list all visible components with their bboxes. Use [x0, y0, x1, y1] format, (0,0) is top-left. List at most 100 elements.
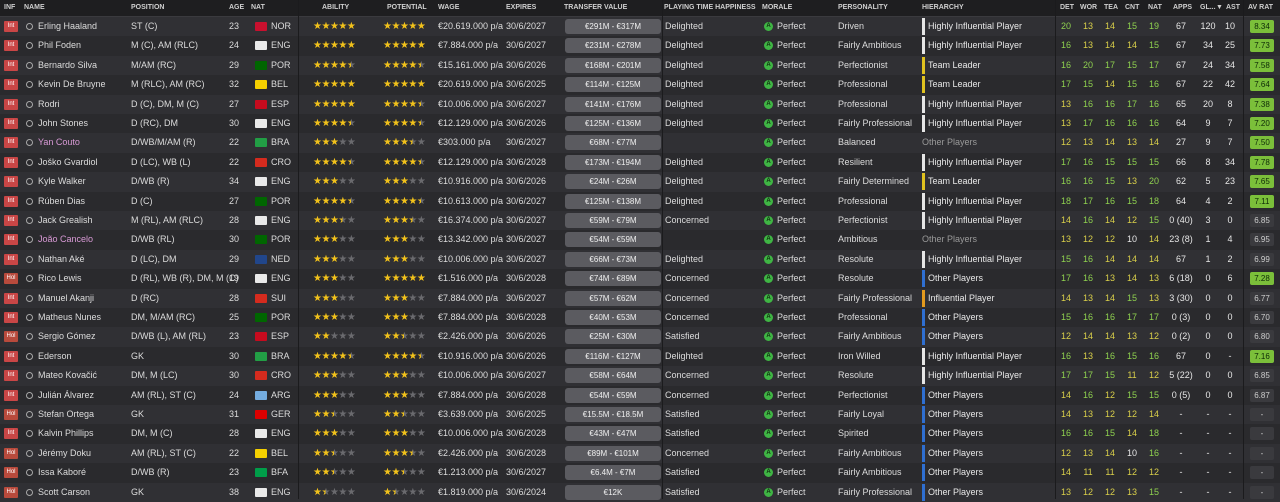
player-name[interactable]: Kyle Walker: [38, 172, 86, 191]
player-name[interactable]: Issa Kaboré: [38, 463, 86, 482]
table-row[interactable]: Hol Stefan Ortega GK 31 GER ★★★★★ ★★★★★ €3.639.…: [0, 405, 1280, 425]
column-header-inf[interactable]: INF: [4, 0, 15, 16]
player-name[interactable]: Scott Carson: [38, 483, 90, 502]
table-row[interactable]: Hol Scott Carson GK 38 ENG ★★★★★ ★★★★★ €1.819.0…: [0, 482, 1280, 502]
player-name[interactable]: Ederson: [38, 347, 72, 366]
table-row[interactable]: Int Yan Couto D/WB/M/AM (R) 22 BRA ★★★★★ ★★★★★…: [0, 133, 1280, 153]
player-name[interactable]: Kevin De Bruyne: [38, 75, 106, 94]
column-header-transfer-value[interactable]: TRANSFER VALUE: [564, 0, 627, 16]
player-name[interactable]: Jérémy Doku: [38, 444, 91, 463]
column-header-ability[interactable]: ABILITY: [322, 0, 349, 16]
column-header-av-rat[interactable]: AV RAT: [1248, 0, 1273, 16]
status-badge[interactable]: Int: [4, 253, 18, 265]
status-badge[interactable]: Int: [4, 59, 18, 71]
table-row[interactable]: Int Kyle Walker D/WB (R) 34 ENG ★★★★★ ★★★★★ €10…: [0, 172, 1280, 192]
table-row[interactable]: Int Bernardo Silva M/AM (RC) 29 POR ★★★★★ ★★★★…: [0, 55, 1280, 76]
table-row[interactable]: Int Jack Grealish M (RL), AM (RLC) 28 ENG ★★★…: [0, 211, 1280, 231]
column-header-det[interactable]: DET: [1060, 0, 1074, 16]
status-badge[interactable]: Int: [4, 389, 18, 401]
table-row[interactable]: Hol Jérémy Doku AM (RL), ST (C) 22 BEL ★★★★★ ★…: [0, 443, 1280, 464]
status-badge[interactable]: Hol: [4, 273, 18, 285]
player-name[interactable]: Nathan Aké: [38, 250, 85, 269]
column-header-ast[interactable]: AST: [1226, 0, 1240, 16]
status-badge[interactable]: Int: [4, 40, 18, 52]
table-row[interactable]: Int Kalvin Phillips DM, M (C) 28 ENG ★★★★★ ★★★…: [0, 424, 1280, 444]
status-badge[interactable]: Int: [4, 195, 18, 207]
status-badge[interactable]: Int: [4, 350, 18, 362]
status-badge[interactable]: Int: [4, 215, 18, 226]
column-header-tea[interactable]: TEA: [1104, 0, 1118, 16]
table-row[interactable]: Int João Cancelo D/WB (RL) 30 POR ★★★★★ ★★★★★ €…: [0, 230, 1280, 250]
column-header-nat2[interactable]: NAT: [1148, 0, 1162, 16]
player-name[interactable]: Manuel Akanji: [38, 289, 94, 308]
table-row[interactable]: Int Julián Álvarez AM (RL), ST (C) 24 ARG ★★★…: [0, 385, 1280, 405]
player-name[interactable]: Bernardo Silva: [38, 56, 97, 75]
player-name[interactable]: Phil Foden: [38, 36, 81, 55]
column-header-nat[interactable]: NAT: [251, 0, 265, 16]
playing-time-happiness: Delighted: [665, 21, 704, 31]
player-name[interactable]: Erling Haaland: [38, 17, 97, 36]
column-header-personality[interactable]: PERSONALITY: [838, 0, 888, 16]
table-row[interactable]: Hol Sergio Gómez D/WB (L), AM (RL) 23 ESP ★★★…: [0, 327, 1280, 347]
player-name[interactable]: Yan Couto: [38, 133, 80, 152]
status-badge[interactable]: Int: [4, 176, 18, 188]
table-row[interactable]: Int Kevin De Bruyne M (RLC), AM (RC) 32 BEL ★…: [0, 75, 1280, 95]
column-header-potential[interactable]: POTENTIAL: [387, 0, 427, 16]
status-badge[interactable]: Int: [4, 79, 18, 91]
table-row[interactable]: Int Matheus Nunes DM, M/AM (RC) 25 POR ★★★★★ ★…: [0, 308, 1280, 328]
player-name[interactable]: John Stones: [38, 114, 88, 133]
table-row[interactable]: Int Manuel Akanji D (RC) 28 SUI ★★★★★ ★★★★★ €7.…: [0, 288, 1280, 308]
column-header-hierarchy[interactable]: HIERARCHY: [922, 0, 964, 16]
ability-stars: ★★★★★: [313, 389, 356, 401]
player-name[interactable]: Joško Gvardiol: [38, 153, 98, 172]
status-badge[interactable]: Int: [4, 234, 18, 246]
column-header-wor[interactable]: WOR: [1080, 0, 1097, 16]
status-badge[interactable]: Int: [4, 370, 18, 382]
player-name[interactable]: Stefan Ortega: [38, 405, 94, 424]
status-badge[interactable]: Int: [4, 21, 18, 32]
status-badge[interactable]: Int: [4, 98, 18, 110]
column-header-happiness[interactable]: PLAYING TIME HAPPINESS: [664, 0, 756, 16]
player-name[interactable]: Rico Lewis: [38, 269, 82, 288]
status-badge[interactable]: Hol: [4, 467, 18, 479]
player-name[interactable]: Julián Álvarez: [38, 386, 94, 405]
column-header-wage[interactable]: WAGE: [438, 0, 459, 16]
player-name[interactable]: Mateo Kovačić: [38, 366, 97, 385]
column-header-apps[interactable]: APPS: [1173, 0, 1192, 16]
table-row[interactable]: Int Ederson GK 30 BRA ★★★★★ ★★★★★ €10.916.000 p…: [0, 346, 1280, 367]
column-header-position[interactable]: POSITION: [131, 0, 164, 16]
status-badge[interactable]: Int: [4, 118, 18, 129]
table-row[interactable]: Hol Issa Kaboré D/WB (R) 23 BFA ★★★★★ ★★★★★ €1.…: [0, 463, 1280, 483]
status-badge[interactable]: Int: [4, 312, 18, 323]
status-badge[interactable]: Int: [4, 428, 18, 440]
status-badge[interactable]: Int: [4, 137, 18, 149]
player-name[interactable]: Rúben Dias: [38, 192, 85, 211]
column-header-gls[interactable]: GL...: [1200, 0, 1216, 16]
status-badge[interactable]: Hol: [4, 447, 18, 459]
table-row[interactable]: Int Mateo Kovačić DM, M (LC) 30 CRO ★★★★★ ★★★★…: [0, 366, 1280, 386]
status-badge[interactable]: Hol: [4, 331, 18, 343]
status-badge[interactable]: Int: [4, 156, 18, 168]
table-row[interactable]: Int Erling Haaland ST (C) 23 NOR ★★★★★ ★★★★★ €2…: [0, 17, 1280, 37]
table-row[interactable]: Int Phil Foden M (C), AM (RLC) 24 ENG ★★★★★ ★★…: [0, 36, 1280, 56]
column-header-age[interactable]: AGE: [229, 0, 244, 16]
player-name[interactable]: Sergio Gómez: [38, 327, 96, 346]
player-name[interactable]: Matheus Nunes: [38, 308, 101, 327]
status-badge[interactable]: Hol: [4, 409, 18, 420]
player-name[interactable]: Jack Grealish: [38, 211, 93, 230]
column-header-morale[interactable]: MORALE: [762, 0, 792, 16]
table-row[interactable]: Int Rodri D (C), DM, M (C) 27 ESP ★★★★★ ★★★★★ €…: [0, 94, 1280, 114]
column-header-cnt[interactable]: CNT: [1125, 0, 1139, 16]
column-header-expires[interactable]: EXPIRES: [506, 0, 536, 16]
player-name[interactable]: Rodri: [38, 95, 60, 114]
player-name[interactable]: Kalvin Phillips: [38, 424, 94, 443]
status-badge[interactable]: Hol: [4, 486, 18, 498]
table-row[interactable]: Int John Stones D (RC), DM 30 ENG ★★★★★ ★★★★★ €…: [0, 114, 1280, 134]
table-row[interactable]: Int Joško Gvardiol D (LC), WB (L) 22 CRO ★★★★…: [0, 152, 1280, 173]
player-name[interactable]: João Cancelo: [38, 230, 93, 249]
status-badge[interactable]: Int: [4, 292, 18, 304]
table-row[interactable]: Int Rúben Dias D (C) 27 POR ★★★★★ ★★★★★ €10.613…: [0, 191, 1280, 211]
table-row[interactable]: Int Nathan Aké D (LC), DM 29 NED ★★★★★ ★★★★★ €1…: [0, 249, 1280, 270]
table-row[interactable]: Hol Rico Lewis D (RL), WB (R), DM, M (C) 19…: [0, 269, 1280, 289]
column-header-name[interactable]: NAME: [24, 0, 45, 16]
